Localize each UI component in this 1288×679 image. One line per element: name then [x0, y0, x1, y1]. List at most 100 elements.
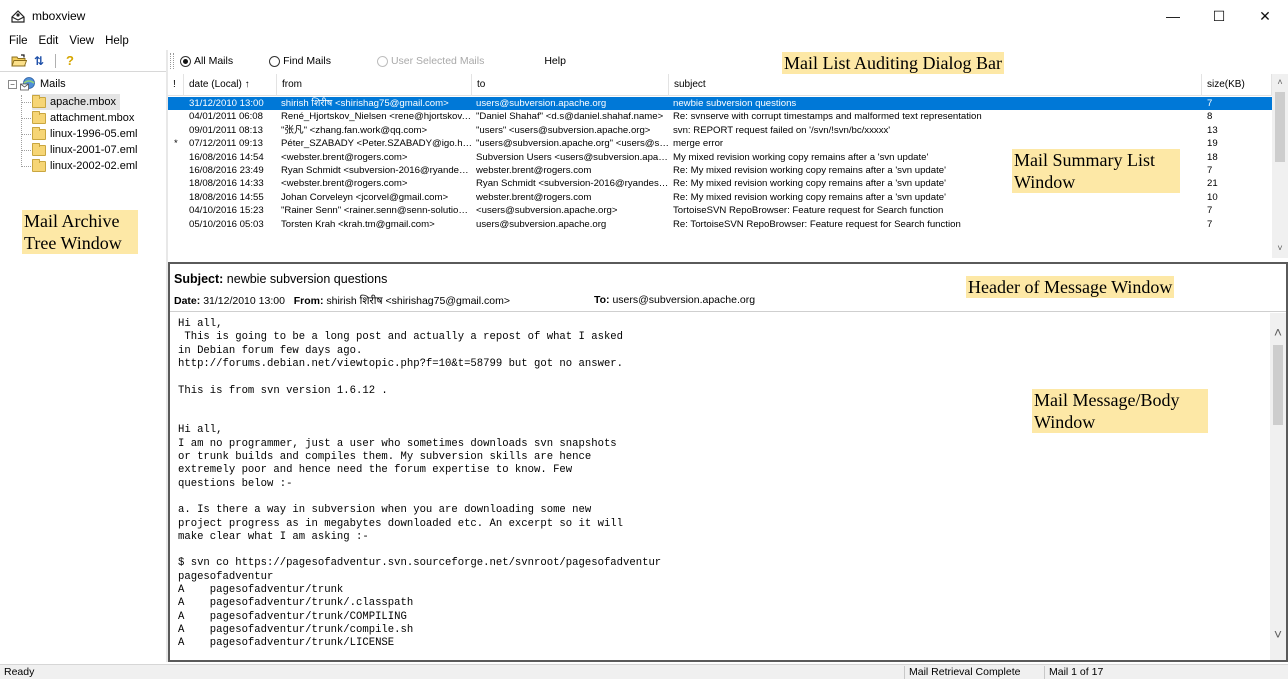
minimize-button[interactable]: —: [1150, 0, 1196, 32]
tree-connector: [21, 118, 31, 119]
annotation-tree-window: Mail Archive Tree Window: [22, 210, 138, 254]
cell-flag: [172, 151, 184, 164]
radio-button-icon: [269, 55, 281, 67]
message-body-scrollbar[interactable]: ˄ ˅: [1270, 313, 1286, 660]
cell-date: 16/08/2016 23:49: [189, 165, 264, 176]
scrollbar-thumb[interactable]: [1275, 92, 1285, 162]
scroll-down-icon[interactable]: ˅: [1272, 240, 1288, 256]
folder-icon: [32, 126, 46, 140]
tree-item-linux-1996-05[interactable]: linux-1996-05.eml: [32, 126, 137, 142]
date-from-line: Date: 31/12/2010 13:00 From: shirish शिर…: [174, 294, 510, 308]
cell-to: users@subversion.apache.org: [476, 218, 607, 230]
mboxview-app-icon: [10, 8, 26, 24]
body-line: A pagesofadventur/trunk/.classpath: [178, 597, 414, 610]
folder-icon: [32, 110, 46, 124]
from-label: From:: [293, 295, 324, 307]
menu-view[interactable]: View: [64, 35, 100, 47]
subject-line: Subject: newbie subversion questions: [174, 272, 387, 286]
body-line: a. Is there a way in subversion when you…: [178, 504, 592, 517]
radio-label: All Mails: [194, 55, 234, 67]
annotation-header-window: Header of Message Window: [966, 276, 1175, 298]
message-body[interactable]: Hi all, This is going to be a long post …: [170, 313, 1270, 660]
dialog-bar-grip[interactable]: [170, 53, 174, 69]
help-button[interactable]: ?: [61, 52, 79, 70]
body-line: make clear what I am asking :-: [178, 530, 369, 543]
cell-to: webster.brent@rogers.com: [476, 165, 592, 176]
column-header-size[interactable]: size(KB): [1202, 74, 1272, 96]
cell-size: 8: [1207, 111, 1213, 123]
radio-button-icon: [376, 55, 388, 67]
cell-size: 21: [1207, 178, 1218, 190]
tree-root-mails[interactable]: − Mails: [8, 76, 66, 92]
main-toolbar: ⇅ ?: [0, 50, 166, 72]
mail-list-row[interactable]: 31/12/2010 13:00 shirish शिरीष <shirishag…: [168, 97, 1272, 111]
to-label: To:: [594, 294, 610, 306]
radio-all-mails[interactable]: All Mails: [180, 55, 233, 67]
refresh-icon: ⇅: [33, 53, 45, 68]
cell-size: 13: [1207, 124, 1218, 136]
menu-help[interactable]: Help: [100, 35, 135, 47]
mail-list-row[interactable]: 04/10/2016 15:23 "Rainer Senn" <rainer.se…: [168, 204, 1272, 217]
dialog-help-button[interactable]: Help: [544, 55, 566, 67]
collapse-toggle-icon[interactable]: −: [8, 79, 17, 89]
tree-item-label: linux-2001-07.eml: [50, 144, 138, 156]
menu-bar: File Edit View Help: [0, 32, 1288, 50]
column-header-to[interactable]: to: [472, 74, 669, 96]
cell-to: "Daniel Shahaf" <d.s@daniel.shahaf.name>: [476, 111, 664, 123]
cell-to: webster.brent@rogers.com: [476, 191, 592, 203]
dialog-help-label: Help: [544, 55, 566, 67]
menu-edit[interactable]: Edit: [34, 35, 65, 47]
tree-item-linux-2002-02[interactable]: linux-2002-02.eml: [32, 158, 137, 174]
cell-flag: [172, 204, 184, 217]
mail-list-dialog-bar: All Mails Find Mails User Selected Mails…: [168, 50, 1288, 72]
tree-connector: [21, 102, 31, 103]
cell-size: 19: [1207, 138, 1218, 150]
mail-list-row[interactable]: 04/01/2011 06:08 René_Hjortskov_Nielsen <…: [168, 110, 1272, 123]
column-header-from[interactable]: from: [277, 74, 472, 96]
cell-size: 18: [1207, 151, 1218, 163]
folder-icon: [32, 142, 46, 156]
cell-from: Ryan Schmidt <subversion-2016@ryandesign…: [281, 165, 473, 176]
cell-date: 18/08/2016 14:33: [189, 178, 264, 190]
body-line: http://forums.debian.net/viewtopic.php?f…: [178, 357, 624, 370]
radio-user-selected-mails[interactable]: User Selected Mails: [376, 55, 485, 67]
body-line: A pagesofadventur/trunk/compile.sh: [178, 623, 414, 636]
body-line: extremely poor and hence need the forum …: [178, 464, 573, 477]
scroll-up-icon[interactable]: ˄: [1272, 74, 1288, 90]
scroll-down-icon[interactable]: ˅: [1270, 625, 1286, 643]
column-header-flag[interactable]: !: [168, 74, 184, 96]
cell-from: "Rainer Senn" <rainer.senn@senn-solution…: [281, 205, 473, 217]
cell-from: Péter_SZABADY <Peter.SZABADY@igo.hu>: [281, 138, 473, 150]
help-icon: ?: [66, 53, 74, 68]
mail-list-row[interactable]: 09/01/2011 08:13 "张凡" <zhang.fan.work@qq.…: [168, 124, 1272, 137]
body-line: pagesofadventur: [178, 570, 274, 583]
maximize-button[interactable]: ☐: [1196, 0, 1242, 32]
mail-list-row[interactable]: 05/10/2016 05:03 Torsten Krah <krah.tm@gm…: [168, 218, 1272, 231]
column-header-subject[interactable]: subject: [669, 74, 1202, 96]
body-line: A pagesofadventur/trunk/COMPILING: [178, 610, 407, 623]
body-line: This is going to be a long post and actu…: [178, 331, 624, 344]
body-line: in Debian forum few days ago.: [178, 344, 363, 357]
open-folder-button[interactable]: [10, 52, 28, 70]
radio-find-mails[interactable]: Find Mails: [269, 55, 331, 67]
scroll-up-icon[interactable]: ˄: [1270, 323, 1286, 341]
subject-value: newbie subversion questions: [226, 272, 388, 286]
scrollbar-thumb[interactable]: [1273, 345, 1283, 425]
body-line: project progress as in megabytes downloa…: [178, 517, 624, 530]
tree-item-attachment-mbox[interactable]: attachment.mbox: [32, 110, 134, 126]
status-bar: Ready Mail Retrieval Complete Mail 1 of …: [0, 664, 1288, 679]
menu-file[interactable]: File: [4, 35, 34, 47]
cell-size: 7: [1207, 205, 1213, 217]
radio-label: User Selected Mails: [390, 55, 485, 67]
close-button[interactable]: ✕: [1242, 0, 1288, 32]
tree-item-linux-2001-07[interactable]: linux-2001-07.eml: [32, 142, 137, 158]
column-header-date[interactable]: date (Local) ↑: [184, 74, 277, 96]
refresh-button[interactable]: ⇅: [30, 52, 48, 70]
annotation-summary-window: Mail Summary List Window: [1012, 149, 1180, 193]
cell-to: Subversion Users <users@subversion.apach…: [476, 151, 670, 163]
mail-list-scrollbar[interactable]: ˄ ˅: [1272, 74, 1288, 258]
tree-connector: [21, 95, 22, 167]
cell-subject: Re: TortoiseSVN RepoBrowser: Feature req…: [673, 218, 961, 230]
status-mail-position: Mail 1 of 17: [1044, 666, 1234, 679]
tree-item-apache-mbox[interactable]: apache.mbox: [32, 94, 121, 110]
